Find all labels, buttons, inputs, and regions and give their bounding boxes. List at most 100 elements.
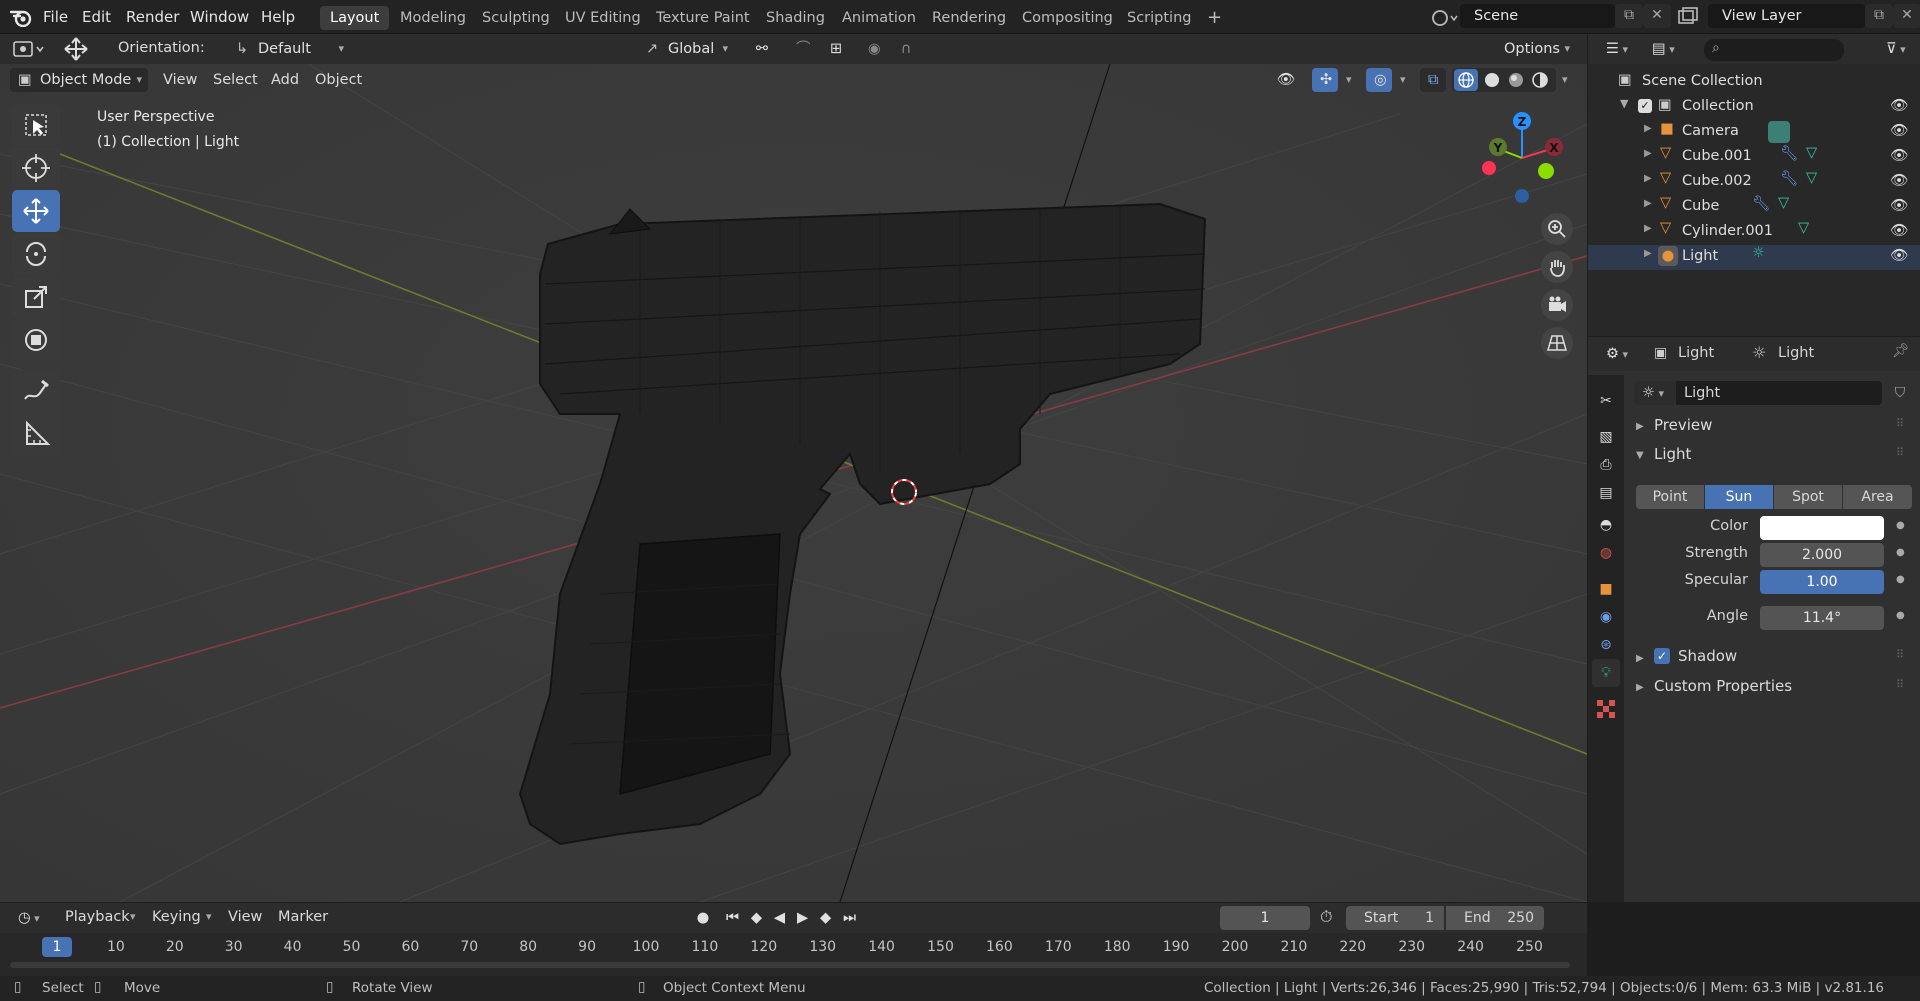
tab-scripting[interactable]: Scripting bbox=[1117, 6, 1201, 30]
menu-help[interactable]: Help bbox=[261, 0, 295, 34]
constraints-tab-icon[interactable]: ⊛ bbox=[1592, 631, 1620, 659]
fake-user-icon[interactable]: ⛉ bbox=[1888, 381, 1912, 405]
texture-tab-icon[interactable] bbox=[1592, 695, 1620, 723]
xray-toggle-icon[interactable]: ⧉ bbox=[1420, 68, 1446, 92]
gizmo-toggle-icon[interactable]: ✣ bbox=[1312, 68, 1338, 92]
outliner-item-cube[interactable]: ▶ ▽ Cube 🔧︎ ▽ 👁︎ bbox=[1588, 195, 1920, 220]
tab-compositing[interactable]: Compositing bbox=[1012, 6, 1123, 30]
view-layer-icon[interactable] bbox=[1676, 6, 1706, 30]
mesh-data-icon[interactable]: ▽ bbox=[1806, 145, 1817, 161]
outliner-item-cube-002[interactable]: ▶ ▽ Cube.002 🔧︎ ▽ 👁︎ bbox=[1588, 170, 1920, 195]
eye-icon[interactable]: 👁︎ bbox=[1890, 222, 1908, 239]
delete-view-layer-icon[interactable]: ✕ bbox=[1893, 4, 1920, 28]
add-workspace-button[interactable]: + bbox=[1197, 6, 1232, 30]
transform-space-dropdown[interactable]: Global ↗ ▾ bbox=[638, 37, 734, 61]
sun-data-icon[interactable]: ☼ bbox=[1752, 245, 1765, 261]
collapse-arrow-icon[interactable]: ▶ bbox=[1636, 653, 1644, 664]
eye-icon[interactable]: 👁︎ bbox=[1890, 172, 1908, 189]
light-type-spot-button[interactable]: Spot bbox=[1774, 485, 1842, 509]
light-datablock-browse-icon[interactable]: ☼ ▾ bbox=[1634, 381, 1676, 405]
snap-toggle-icon[interactable]: ⌒ bbox=[788, 37, 816, 61]
scene-selector-icon[interactable] bbox=[1428, 6, 1458, 30]
specular-slider[interactable]: 1.00 bbox=[1760, 570, 1884, 594]
collapse-arrow-icon[interactable]: ▶ bbox=[1636, 421, 1644, 432]
expand-arrow-icon[interactable]: ▶ bbox=[1644, 223, 1652, 234]
mesh-data-icon[interactable]: ▽ bbox=[1798, 220, 1809, 236]
expand-arrow-icon[interactable]: ▶ bbox=[1644, 173, 1652, 184]
light-type-area-button[interactable]: Area bbox=[1843, 485, 1912, 509]
light-color-swatch[interactable] bbox=[1760, 516, 1884, 540]
view-layer-field[interactable]: View Layer bbox=[1708, 4, 1865, 28]
tool-tab-icon[interactable]: ✂ bbox=[1592, 387, 1620, 415]
orientation-dropdown[interactable]: Default ↳ ▾ bbox=[228, 37, 350, 61]
render-tab-icon[interactable]: ▧ bbox=[1592, 423, 1620, 451]
expand-arrow-icon[interactable]: ▼ bbox=[1620, 97, 1628, 110]
light-type-sun-button[interactable]: Sun bbox=[1705, 485, 1773, 509]
perspective-toggle-icon[interactable] bbox=[1541, 327, 1573, 359]
frame-ruler[interactable]: 1 10 20 30 40 50 60 70 80 90 100 110 120 130 140 150 160… bbox=[0, 903, 1587, 963]
tab-shading[interactable]: Shading bbox=[756, 6, 835, 30]
scale-tool-icon[interactable] bbox=[12, 276, 60, 318]
collapse-arrow-icon[interactable]: ▶ bbox=[1636, 682, 1644, 693]
menu-render[interactable]: Render bbox=[126, 0, 179, 34]
collection-checkbox[interactable]: ✓ bbox=[1638, 99, 1652, 113]
falloff-icon[interactable]: ∩ bbox=[888, 37, 924, 61]
mesh-data-icon[interactable]: ▽ bbox=[1806, 170, 1817, 186]
timeline-scrollbar[interactable] bbox=[10, 962, 1570, 968]
light-type-point-button[interactable]: Point bbox=[1636, 485, 1704, 509]
eye-icon[interactable]: 👁︎ bbox=[1890, 197, 1908, 214]
outliner-scene-collection[interactable]: ▣ Scene Collection bbox=[1588, 70, 1920, 95]
tab-modeling[interactable]: Modeling bbox=[390, 6, 476, 30]
keyframe-dot-icon[interactable]: ● bbox=[1896, 610, 1905, 621]
mode-dropdown[interactable]: Object Mode ▣ ▾ bbox=[10, 68, 148, 92]
outliner-item-camera[interactable]: ▶ ■ Camera 👁︎ bbox=[1588, 120, 1920, 145]
pivot-point-icon[interactable]: ⚯ bbox=[742, 37, 782, 61]
overlays-toggle-icon[interactable]: ◎ bbox=[1366, 68, 1392, 92]
proportional-edit-icon[interactable]: ◉ bbox=[860, 37, 888, 61]
material-shading-icon[interactable] bbox=[1504, 69, 1528, 91]
properties-editor-type-icon[interactable]: ⚙ ▾ bbox=[1598, 342, 1638, 366]
drag-handle-icon[interactable]: ⠿ bbox=[1896, 446, 1904, 459]
eye-icon[interactable]: 👁︎ bbox=[1890, 247, 1908, 264]
eye-icon[interactable]: 👁︎ bbox=[1890, 122, 1908, 139]
new-view-layer-icon[interactable]: ⧉ bbox=[1865, 4, 1893, 28]
outliner-item-cylinder-001[interactable]: ▶ ▽ Cylinder.001 ▽ 👁︎ bbox=[1588, 220, 1920, 245]
outliner-item-light[interactable]: ▶ ● Light ☼ 👁︎ bbox=[1588, 245, 1920, 270]
transform-tool-icon[interactable] bbox=[60, 36, 92, 62]
keyframe-dot-icon[interactable]: ● bbox=[1896, 520, 1905, 531]
move-tool-icon[interactable] bbox=[12, 190, 60, 232]
viewport-canvas[interactable] bbox=[0, 34, 1587, 902]
chevron-down-icon[interactable]: ▾ bbox=[1392, 68, 1412, 92]
display-mode-icon[interactable]: ▤ ▾ bbox=[1644, 37, 1684, 61]
select-box-tool-icon[interactable] bbox=[12, 104, 60, 146]
light-datablock-name-field[interactable]: Light bbox=[1676, 381, 1882, 405]
filter-icon[interactable]: ⊽ ▾ bbox=[1878, 37, 1916, 61]
menu-window[interactable]: Window bbox=[190, 0, 249, 34]
outliner-editor-type-icon[interactable]: ☰ ▾ bbox=[1598, 37, 1638, 61]
expand-arrow-icon[interactable]: ▶ bbox=[1644, 123, 1652, 134]
keyframe-dot-icon[interactable]: ● bbox=[1896, 574, 1905, 585]
options-dropdown[interactable]: Options ▾ bbox=[1496, 37, 1576, 61]
chevron-down-icon[interactable]: ▾ bbox=[1554, 68, 1574, 92]
rotate-tool-icon[interactable] bbox=[12, 233, 60, 275]
preview-panel-header[interactable]: Preview bbox=[1654, 416, 1712, 434]
expand-arrow-icon[interactable]: ▶ bbox=[1644, 198, 1652, 209]
tab-uv-editing[interactable]: UV Editing bbox=[555, 6, 651, 30]
outliner-search-input[interactable]: ⌕ bbox=[1704, 39, 1844, 61]
outliner-item-cube-001[interactable]: ▶ ▽ Cube.001 🔧︎ ▽ 👁︎ bbox=[1588, 145, 1920, 170]
blender-logo-icon[interactable] bbox=[10, 7, 32, 27]
expand-arrow-icon[interactable]: ▶ bbox=[1644, 248, 1652, 259]
tab-sculpting[interactable]: Sculpting bbox=[472, 6, 560, 30]
outliner-collection[interactable]: ▼ ✓ ▣ Collection 👁︎ bbox=[1588, 95, 1920, 120]
visibility-filter-icon[interactable]: 👁︎ bbox=[1266, 68, 1306, 92]
expand-arrow-icon[interactable]: ▶ bbox=[1644, 148, 1652, 159]
modifier-wrench-icon[interactable]: 🔧︎ bbox=[1780, 170, 1798, 187]
view-layer-tab-icon[interactable]: ▤ bbox=[1592, 479, 1620, 507]
editor-type-icon[interactable] bbox=[10, 37, 48, 61]
modifier-wrench-icon[interactable]: 🔧︎ bbox=[1752, 195, 1770, 212]
mesh-data-icon[interactable]: ▽ bbox=[1778, 195, 1789, 211]
angle-field[interactable]: 11.4° bbox=[1760, 606, 1884, 630]
menu-view[interactable]: View bbox=[163, 72, 197, 88]
camera-view-icon[interactable] bbox=[1541, 289, 1573, 321]
camera-data-icon[interactable] bbox=[1768, 121, 1790, 143]
